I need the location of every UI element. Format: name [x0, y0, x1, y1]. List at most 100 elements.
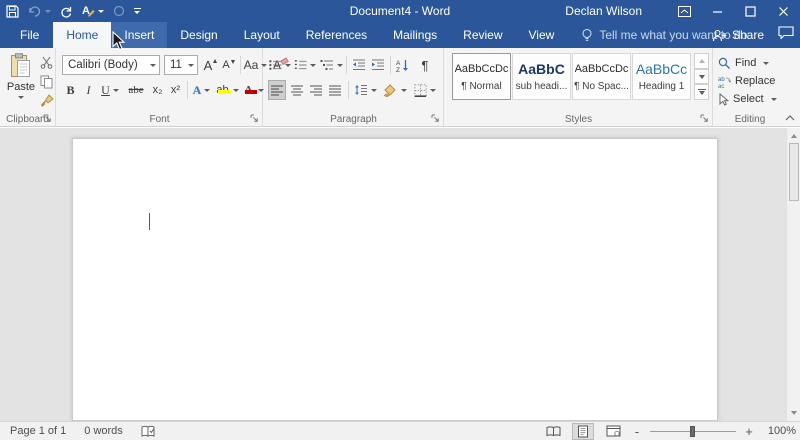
zoom-in-button[interactable]: + — [744, 424, 754, 439]
shading-button[interactable] — [382, 80, 408, 100]
copy-button[interactable] — [38, 73, 55, 90]
tab-mailings[interactable]: Mailings — [380, 22, 450, 48]
decrease-indent-button[interactable] — [349, 55, 368, 75]
cut-button[interactable] — [38, 54, 55, 71]
select-label: Select — [733, 93, 764, 105]
comments-button[interactable] — [778, 26, 794, 44]
text-effects-button[interactable]: A — [190, 80, 213, 100]
paste-button[interactable]: Paste — [4, 52, 38, 118]
line-spacing-button[interactable] — [352, 80, 378, 100]
paragraph-dialog-launcher[interactable] — [430, 113, 441, 124]
superscript-button[interactable]: x² — [167, 80, 184, 100]
scroll-up-arrow[interactable] — [787, 129, 800, 143]
svg-text:ac: ac — [718, 84, 724, 88]
shrink-font-button[interactable]: A — [220, 55, 237, 75]
show-hide-pilcrow-button[interactable]: ¶ — [415, 55, 435, 75]
align-right-button[interactable] — [307, 80, 325, 100]
increase-indent-icon — [371, 59, 384, 70]
zoom-slider[interactable] — [650, 423, 736, 440]
font-color-button[interactable]: A — [241, 80, 265, 100]
text-highlight-button[interactable]: ab — [214, 80, 240, 100]
zoom-level[interactable]: 100% — [762, 425, 796, 437]
tab-file[interactable]: File — [6, 22, 54, 48]
increase-indent-button[interactable] — [368, 55, 387, 75]
web-layout-button[interactable] — [602, 423, 624, 440]
group-paragraph: AZ ¶ Paragraph — [264, 48, 444, 126]
zoom-slider-handle[interactable] — [690, 425, 695, 437]
style-subheading[interactable]: AaBbC sub headi... — [512, 53, 571, 100]
format-painter-button[interactable] — [38, 92, 55, 109]
numbering-icon — [294, 60, 307, 70]
status-bar: Page 1 of 1 0 words - + 100% — [0, 421, 800, 440]
zoom-out-button[interactable]: - — [632, 424, 642, 439]
scrollbar-thumb[interactable] — [788, 143, 799, 201]
close-button[interactable] — [767, 0, 800, 22]
tab-home[interactable]: Home — [53, 22, 112, 48]
tab-references[interactable]: References — [293, 22, 380, 48]
replace-button[interactable]: ab ac Replace — [718, 73, 775, 89]
proofing-status-icon[interactable] — [141, 425, 156, 438]
tab-review[interactable]: Review — [450, 22, 515, 48]
borders-button[interactable] — [411, 80, 439, 100]
align-center-button[interactable] — [288, 80, 306, 100]
font-name-combo[interactable]: Calibri (Body) — [62, 55, 160, 75]
shading-icon — [383, 83, 396, 97]
style-heading-1[interactable]: AaBbCc Heading 1 — [632, 53, 691, 100]
page-count[interactable]: Page 1 of 1 — [10, 425, 66, 437]
ribbon-display-options-icon[interactable] — [668, 0, 701, 22]
lightbulb-icon — [582, 28, 592, 41]
justify-button[interactable] — [326, 80, 344, 100]
style-no-spacing[interactable]: AaBbCcDc ¶ No Spac... — [572, 53, 631, 100]
share-label: Share — [731, 28, 764, 42]
decrease-indent-icon — [352, 59, 365, 70]
font-dialog-launcher[interactable] — [249, 113, 260, 124]
sort-button[interactable]: AZ — [393, 55, 413, 75]
bullets-button[interactable] — [268, 55, 292, 75]
font-group-label: Font — [149, 114, 170, 125]
collapse-ribbon-button[interactable] — [783, 111, 797, 123]
multilevel-list-icon — [320, 60, 333, 70]
grow-font-button[interactable]: A — [202, 55, 219, 75]
account-name[interactable]: Declan Wilson — [565, 0, 642, 22]
align-right-icon — [309, 85, 322, 95]
strikethrough-button[interactable]: abe — [124, 80, 148, 100]
vertical-scrollbar[interactable] — [786, 128, 800, 421]
document-page[interactable] — [72, 138, 718, 421]
cut-icon — [40, 56, 53, 69]
minimize-button[interactable] — [701, 0, 734, 22]
borders-icon — [414, 83, 427, 97]
sort-icon: AZ — [396, 59, 408, 72]
align-left-icon — [270, 85, 283, 95]
font-size-combo[interactable]: 11 — [164, 55, 198, 75]
styles-scroll-down-button[interactable] — [694, 68, 709, 85]
read-mode-button[interactable] — [542, 423, 564, 440]
styles-dialog-launcher[interactable] — [699, 113, 710, 124]
share-button[interactable]: Share — [712, 28, 764, 42]
subscript-button[interactable]: x₂ — [149, 80, 166, 100]
multilevel-list-button[interactable] — [318, 55, 344, 75]
select-button[interactable]: Select — [718, 91, 777, 107]
italic-button[interactable]: I — [81, 80, 96, 100]
select-icon — [719, 92, 729, 106]
maximize-button[interactable] — [734, 0, 767, 22]
paste-icon — [11, 53, 30, 77]
styles-gallery-more-button[interactable] — [694, 84, 709, 101]
tab-design[interactable]: Design — [167, 22, 230, 48]
align-left-button[interactable] — [268, 80, 286, 100]
clipboard-dialog-launcher[interactable] — [42, 113, 53, 124]
font-name-value: Calibri (Body) — [68, 59, 138, 71]
tab-layout[interactable]: Layout — [231, 22, 293, 48]
scroll-down-arrow[interactable] — [787, 406, 800, 420]
font-color-bar — [244, 90, 257, 94]
find-button[interactable]: Find — [718, 55, 770, 71]
bold-button[interactable]: B — [63, 80, 78, 100]
styles-scroll-up-button[interactable] — [694, 53, 709, 69]
word-count[interactable]: 0 words — [84, 425, 123, 437]
tab-view[interactable]: View — [516, 22, 568, 48]
replace-label: Replace — [735, 75, 776, 87]
numbering-button[interactable] — [293, 55, 317, 75]
underline-button[interactable]: U — [98, 80, 122, 100]
print-layout-button[interactable] — [572, 422, 594, 440]
style-normal[interactable]: AaBbCcDc ¶ Normal — [452, 53, 511, 100]
editing-group-label: Editing — [734, 114, 766, 125]
